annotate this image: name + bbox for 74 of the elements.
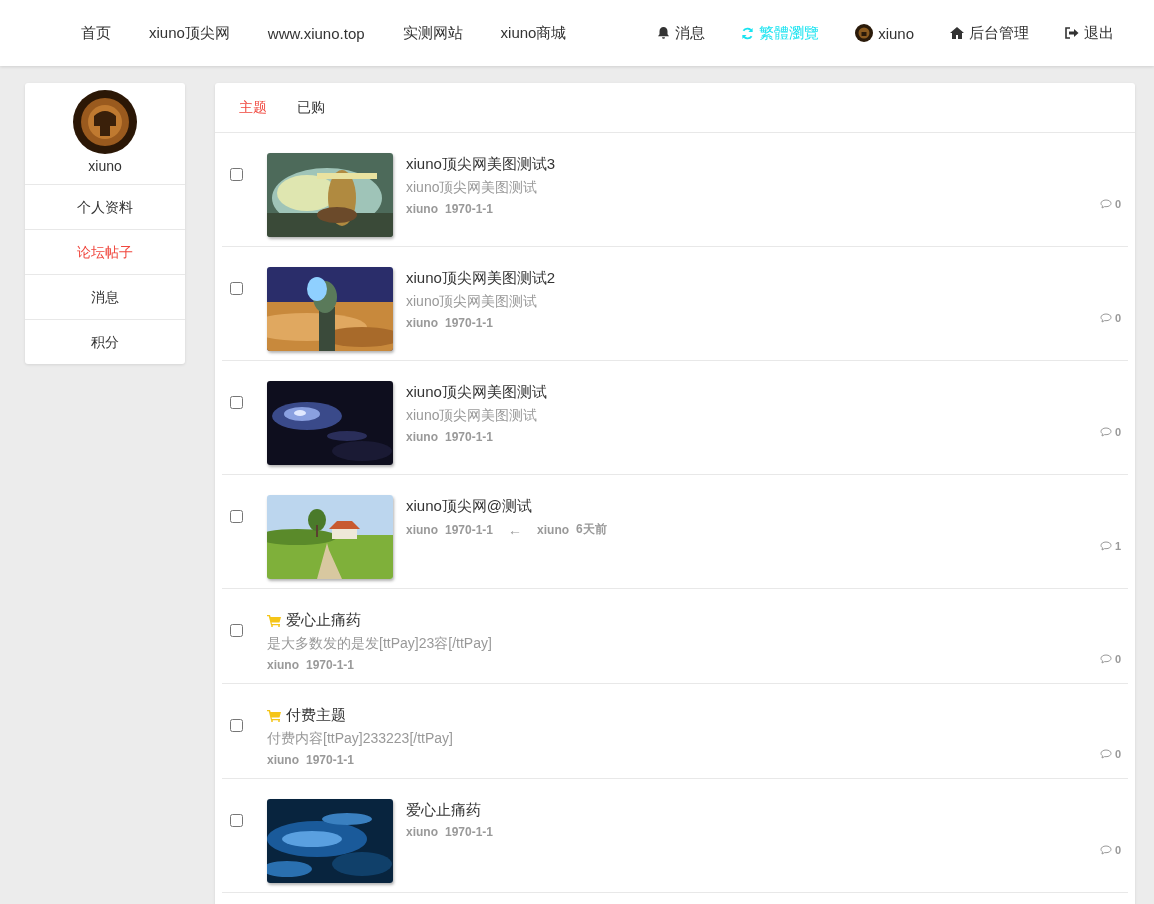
comment-icon xyxy=(1099,313,1112,323)
checkbox[interactable] xyxy=(230,719,243,732)
post-date: 1970-1-1 xyxy=(445,430,494,444)
comment-count: 0 xyxy=(1114,748,1121,760)
avatar-icon xyxy=(855,24,874,42)
author-name: xiuno xyxy=(406,825,438,839)
author-name: xiuno xyxy=(406,202,438,216)
thread-summary: 付费内容[ttPay]233223[/ttPay] xyxy=(267,730,454,748)
post-date: 1970-1-1 xyxy=(445,316,494,330)
last-reply-time: 6天前 xyxy=(576,521,607,538)
comment-icon xyxy=(1099,199,1112,209)
nav-link[interactable]: 首页 xyxy=(81,23,111,43)
tab[interactable]: 已购 xyxy=(297,98,325,117)
checkbox[interactable] xyxy=(230,510,243,523)
cart-icon xyxy=(267,614,281,627)
checkbox[interactable] xyxy=(230,168,243,181)
nav-link[interactable]: xiuno商城 xyxy=(500,23,567,43)
comment-icon xyxy=(1099,654,1112,664)
thread-title[interactable]: 付费主题 xyxy=(286,706,346,725)
thread-summary: xiuno顶尖网美图测试 xyxy=(406,179,539,197)
bell-icon xyxy=(657,26,671,40)
thread-summary: xiuno顶尖网美图测试 xyxy=(406,407,539,425)
comment-count: 0 xyxy=(1114,653,1121,665)
comment-count: 1 xyxy=(1114,540,1121,552)
post-date: 1970-1-1 xyxy=(306,753,355,767)
post-date: 1970-1-1 xyxy=(445,825,494,839)
post-date: 1970-1-1 xyxy=(445,202,494,216)
logout-icon xyxy=(1065,27,1079,39)
comment-icon xyxy=(1099,541,1112,551)
thread-title[interactable]: xiuno顶尖网美图测试2 xyxy=(406,269,556,288)
nav-link[interactable]: www.xiuno.top xyxy=(267,24,365,42)
checkbox[interactable] xyxy=(230,814,243,827)
comment-count: 0 xyxy=(1114,426,1121,438)
comment-icon xyxy=(1099,845,1112,855)
nav-link[interactable]: 后台管理 xyxy=(950,23,1029,43)
author-name: xiuno xyxy=(267,753,299,767)
nav-link[interactable]: xiuno xyxy=(855,24,914,42)
author-name: xiuno xyxy=(406,430,438,444)
sidebar-item[interactable]: 积分 xyxy=(25,320,185,364)
avatar-icon xyxy=(73,90,137,154)
checkbox[interactable] xyxy=(230,282,243,295)
sidebar-item[interactable]: 消息 xyxy=(25,275,185,320)
nav-link[interactable]: 消息 xyxy=(657,23,706,43)
thread-summary: 是大多数发的是发[ttPay]23容[/ttPay] xyxy=(267,635,493,653)
thread-title[interactable]: xiuno顶尖网@测试 xyxy=(406,497,533,516)
thread-title[interactable]: xiuno顶尖网美图测试3 xyxy=(406,155,556,174)
cart-icon xyxy=(267,709,281,722)
author-name: xiuno xyxy=(267,658,299,672)
post-date: 1970-1-1 xyxy=(445,522,494,537)
tab[interactable]: 主题 xyxy=(239,98,267,117)
thread-title[interactable]: xiuno顶尖网美图测试 xyxy=(406,383,547,402)
home-icon xyxy=(950,27,964,39)
post-date: 1970-1-1 xyxy=(306,658,355,672)
comment-count: 0 xyxy=(1114,198,1121,210)
nav-link[interactable]: 退出 xyxy=(1065,23,1114,43)
refresh-icon xyxy=(741,26,755,40)
thread-title[interactable]: 爱心止痛药 xyxy=(406,801,481,820)
thread-title[interactable]: 爱心止痛药 xyxy=(286,611,361,630)
author-name: xiuno xyxy=(406,316,438,330)
comment-icon xyxy=(1099,427,1112,437)
nav-link[interactable]: xiuno顶尖网 xyxy=(149,23,230,43)
comment-icon xyxy=(1099,749,1112,759)
username: xiuno xyxy=(88,158,122,174)
nav-link[interactable]: 实测网站 xyxy=(402,23,463,43)
comment-count: 0 xyxy=(1114,844,1121,856)
reply-arrow: ← xyxy=(508,521,523,538)
checkbox[interactable] xyxy=(230,396,243,409)
last-replier: xiuno xyxy=(537,522,570,537)
author-name: xiuno xyxy=(406,522,438,537)
thread-summary: xiuno顶尖网美图测试 xyxy=(406,293,539,311)
comment-count: 0 xyxy=(1114,312,1121,324)
sidebar-item[interactable]: 个人资料 xyxy=(25,185,185,230)
checkbox[interactable] xyxy=(230,624,243,637)
sidebar-item[interactable]: 论坛帖子 xyxy=(25,230,185,275)
